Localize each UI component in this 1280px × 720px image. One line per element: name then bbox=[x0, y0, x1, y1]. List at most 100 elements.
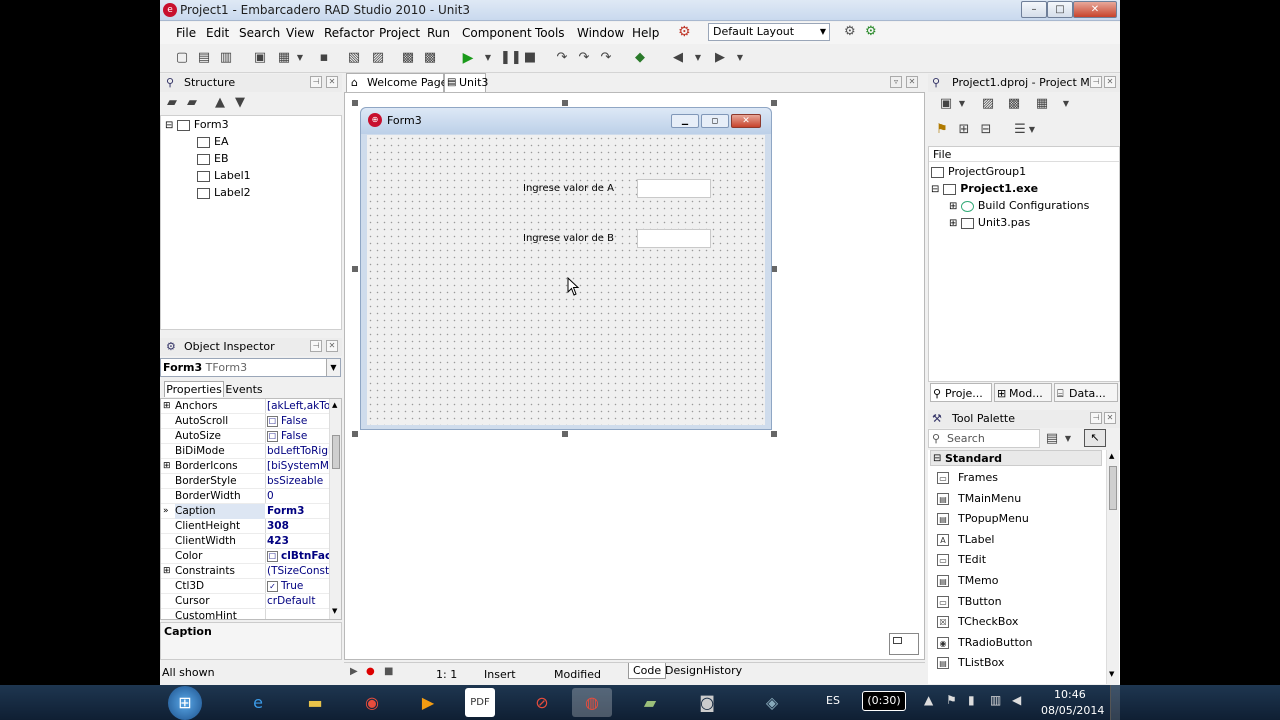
scroll-thumb[interactable] bbox=[332, 435, 340, 469]
record-macro-icon[interactable]: ● bbox=[366, 666, 375, 677]
pin-icon[interactable]: ⊣ bbox=[1090, 412, 1102, 424]
close-icon[interactable]: ✕ bbox=[326, 340, 338, 352]
clock-date[interactable]: 08/05/2014 bbox=[1041, 704, 1104, 717]
palette-item[interactable]: ▤ TListBox bbox=[928, 653, 1104, 674]
scroll-down-icon[interactable]: ▼ bbox=[332, 607, 337, 615]
property-value[interactable]: (TSizeConstraints) bbox=[267, 564, 329, 579]
tab-properties[interactable]: Properties bbox=[164, 381, 224, 397]
camera-icon[interactable]: ◙ bbox=[687, 688, 727, 717]
tab-data-explorer[interactable]: ⌸ Data... bbox=[1054, 383, 1118, 402]
menu-file[interactable]: File bbox=[176, 26, 196, 40]
property-value[interactable]: bdLeftToRight bbox=[267, 444, 329, 459]
close-icon[interactable]: ✕ bbox=[1104, 412, 1116, 424]
property-row[interactable]: ⊞ Anchors [akLeft,akTop] bbox=[161, 399, 329, 414]
tree-node-projectgroup[interactable]: ProjectGroup1 bbox=[931, 163, 1026, 180]
expand-icon[interactable]: ⊞ bbox=[163, 459, 171, 474]
flag-icon[interactable]: ⚑ bbox=[946, 693, 957, 707]
property-row[interactable]: Cursor crDefault bbox=[161, 594, 329, 609]
menu-search[interactable]: Search bbox=[239, 26, 280, 40]
tree-node-label1[interactable]: Label1 bbox=[197, 167, 251, 184]
start-button[interactable]: ⊞ bbox=[168, 686, 202, 720]
scroll-down-icon[interactable]: ▼ bbox=[1109, 670, 1114, 678]
embarcadero-icon[interactable]: ⊘ bbox=[522, 688, 562, 717]
palette-item[interactable]: ▭ TEdit bbox=[928, 550, 1104, 571]
tree-node-form[interactable]: ⊟ Form3 bbox=[165, 116, 229, 133]
tab-unit3[interactable]: ▤ Unit3 bbox=[444, 73, 488, 92]
run-until-return-icon[interactable]: ↷ bbox=[598, 50, 614, 66]
new-project-icon[interactable]: ▨ bbox=[980, 96, 996, 112]
palette-item[interactable]: ☒ TCheckBox bbox=[928, 612, 1104, 633]
chevron-down-icon[interactable]: ▼ bbox=[292, 50, 308, 66]
property-value[interactable]: 423 bbox=[267, 534, 329, 549]
palette-item[interactable]: ▭ TButton bbox=[928, 592, 1104, 613]
form-position-preview[interactable] bbox=[889, 633, 919, 655]
remove-project-icon[interactable]: ▩ bbox=[1006, 96, 1022, 112]
scroll-up-icon[interactable]: ▲ bbox=[1109, 452, 1114, 460]
desktop-settings-icon[interactable]: ⚙ bbox=[678, 24, 691, 40]
debug-desktop-icon[interactable]: ⚙ bbox=[865, 24, 877, 39]
collapse-icon[interactable]: ⊟ bbox=[931, 184, 939, 195]
property-row[interactable]: ⊞ Constraints (TSizeConstraints) bbox=[161, 564, 329, 579]
arrow-up-icon[interactable]: ▲ bbox=[212, 95, 228, 111]
palette-item[interactable]: A TLabel bbox=[928, 530, 1104, 551]
form-close-button[interactable]: ✕ bbox=[731, 114, 761, 128]
property-value[interactable]: 308 bbox=[267, 519, 329, 534]
selection-handle[interactable] bbox=[352, 266, 358, 272]
edit-eb[interactable] bbox=[637, 229, 711, 248]
chevron-down-icon[interactable]: ▼ bbox=[732, 50, 748, 66]
close-button[interactable]: ✕ bbox=[1073, 1, 1117, 18]
menu-component[interactable]: Component bbox=[462, 26, 532, 40]
tree-node-eb[interactable]: EB bbox=[197, 150, 229, 167]
menu-refactor[interactable]: Refactor bbox=[324, 26, 374, 40]
tab-welcome-page[interactable]: ⌂ Welcome Page bbox=[346, 73, 447, 92]
network-icon[interactable]: ▥ bbox=[990, 693, 1001, 707]
checkbox-icon[interactable]: ☐ bbox=[267, 550, 278, 562]
rad-studio-taskbar-icon[interactable]: ◍ bbox=[572, 688, 612, 717]
collapse-folder-icon[interactable]: ▰ bbox=[164, 95, 180, 111]
reopen-icon[interactable]: ▥ bbox=[218, 50, 234, 66]
property-row[interactable]: ClientHeight 308 bbox=[161, 519, 329, 534]
tab-project-manager[interactable]: ⚲ Proje... bbox=[930, 383, 992, 402]
form-maximize-button[interactable]: ◻ bbox=[701, 114, 729, 128]
expand-icon[interactable]: ⊞ bbox=[163, 564, 171, 579]
tab-code[interactable]: Code bbox=[628, 663, 667, 679]
pin-icon[interactable]: ⊣ bbox=[310, 340, 322, 352]
run-icon[interactable]: ▶ bbox=[460, 50, 476, 66]
chevron-down-icon[interactable]: ▼ bbox=[954, 96, 970, 112]
tree-node-unit3[interactable]: ⊞ Unit3.pas bbox=[949, 214, 1030, 231]
menu-run[interactable]: Run bbox=[427, 26, 450, 40]
clock-time[interactable]: 10:46 bbox=[1054, 688, 1086, 701]
stop-macro-icon[interactable]: ■ bbox=[384, 666, 393, 677]
view-icon[interactable]: ▦ bbox=[1034, 96, 1050, 112]
tab-model-view[interactable]: ⊞ Mod... bbox=[994, 383, 1052, 402]
edit-ea[interactable] bbox=[637, 179, 711, 198]
palette-scrollbar[interactable]: ▲ ▼ bbox=[1106, 450, 1119, 684]
property-row[interactable]: ⊞ BorderIcons [biSystemMenu] bbox=[161, 459, 329, 474]
menu-view[interactable]: View bbox=[286, 26, 314, 40]
property-row[interactable]: Color ☐clBtnFace bbox=[161, 549, 329, 564]
new-items-icon[interactable]: ▢ bbox=[174, 50, 190, 66]
property-row[interactable]: BorderWidth 0 bbox=[161, 489, 329, 504]
menu-tools[interactable]: Tools bbox=[535, 26, 565, 40]
language-indicator[interactable]: ES bbox=[826, 694, 840, 707]
expand-folder-icon[interactable]: ▰ bbox=[184, 95, 200, 111]
close-icon[interactable]: ✕ bbox=[906, 76, 918, 88]
property-row[interactable]: Ctl3D ✓ True bbox=[161, 579, 329, 594]
pdf-to-word-icon[interactable]: PDF bbox=[465, 688, 495, 717]
new-file-icon[interactable]: ▣ bbox=[252, 50, 268, 66]
close-icon[interactable]: ✕ bbox=[1104, 76, 1116, 88]
property-row[interactable]: BiDiMode bdLeftToRight bbox=[161, 444, 329, 459]
step-over-icon[interactable]: ↷ bbox=[576, 50, 592, 66]
save-all-icon[interactable]: ▧ bbox=[346, 50, 362, 66]
palette-search-input[interactable]: ⚲ Search bbox=[928, 429, 1040, 448]
property-value[interactable]: bsSizeable bbox=[267, 474, 329, 489]
remove-file-icon[interactable]: ▩ bbox=[422, 50, 438, 66]
chevron-down-icon[interactable]: ▼ bbox=[1060, 431, 1076, 447]
play-macro-icon[interactable]: ▶ bbox=[350, 666, 358, 677]
menu-window[interactable]: Window bbox=[577, 26, 624, 40]
arrow-down-icon[interactable]: ▼ bbox=[232, 95, 248, 111]
recording-timer[interactable]: (0:30) bbox=[862, 691, 906, 711]
pin-icon[interactable]: ⊣ bbox=[310, 76, 322, 88]
pointer-tool-icon[interactable]: ↖ bbox=[1084, 429, 1106, 447]
property-value[interactable]: Form3 bbox=[267, 504, 329, 519]
